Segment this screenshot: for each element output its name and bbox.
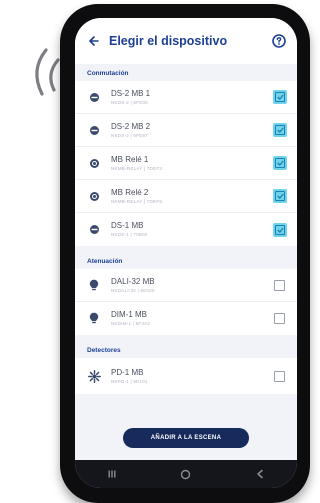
checkbox-checked[interactable] xyxy=(273,189,287,203)
device-model: NKDS-1 | 70B02 xyxy=(111,232,148,237)
add-to-scene-button[interactable]: AÑADIR A LA ESCENA xyxy=(123,428,249,448)
switch-module-icon xyxy=(87,223,101,237)
device-name: DS-2 MB 2 xyxy=(111,121,151,131)
bulb-icon xyxy=(87,278,101,292)
checkbox-checked[interactable] xyxy=(273,123,287,137)
device-row[interactable]: DALI-32 MB NKDALI-32 | 6E020 xyxy=(75,269,297,302)
device-name: PD-1 MB xyxy=(111,367,144,377)
device-model: NKMB-RELAY | 7DEF3 xyxy=(111,165,163,171)
device-row[interactable]: DS-2 MB 2 NKDS-2 | 6FE87 xyxy=(75,114,297,147)
device-model: NKMB-RELAY | 7DEF5 xyxy=(111,198,163,204)
device-model: NKDS-2 | 6FE06 xyxy=(111,99,148,105)
motion-sensor-icon xyxy=(87,369,101,383)
home-icon[interactable] xyxy=(180,469,191,480)
help-circle-icon[interactable] xyxy=(271,33,287,49)
app-header: Elegir el dispositivo xyxy=(75,18,297,64)
switch-module-icon xyxy=(87,90,101,104)
device-row[interactable]: DS-2 MB 1 NKDS-2 | 6FE06 xyxy=(75,81,297,114)
section-title-detectores: Detectores xyxy=(87,347,121,354)
section-title-conmutacion: Conmutación xyxy=(87,70,129,77)
device-list-atenuacion: DALI-32 MB NKDALI-32 | 6E020 DIM-1 MB NK… xyxy=(75,269,297,335)
device-model: NKDS-2 | 6FE87 xyxy=(111,132,148,138)
checkbox-unchecked[interactable] xyxy=(274,370,285,382)
bulb-icon xyxy=(87,312,101,326)
device-row[interactable]: DIM-1 MB NKDIM-1 | 6F3A2 xyxy=(75,302,297,335)
device-model: NKDALI-32 | 6E020 xyxy=(111,287,155,293)
device-name: MB Relé 1 xyxy=(111,154,149,164)
relay-icon xyxy=(87,189,101,203)
checkbox-unchecked[interactable] xyxy=(274,279,285,291)
checkbox-checked[interactable] xyxy=(273,90,287,104)
device-list-conmutacion: DS-2 MB 1 NKDS-2 | 6FE06 DS-2 MB 2 NKDS-… xyxy=(75,81,297,246)
page-title: Elegir el dispositivo xyxy=(109,34,228,48)
phone-frame: Elegir el dispositivo Conmutación DS-2 M… xyxy=(60,4,310,503)
device-model: NKDIM-1 | 6F3A2 xyxy=(111,321,151,326)
device-name: DS-2 MB 1 xyxy=(111,88,151,98)
checkbox-checked[interactable] xyxy=(273,222,287,237)
cta-container: AÑADIR A LA ESCENA xyxy=(75,428,297,448)
recent-apps-icon[interactable] xyxy=(107,469,117,479)
device-name: DALI-32 MB xyxy=(111,276,155,286)
device-row[interactable]: MB Relé 2 NKMB-RELAY | 7DEF5 xyxy=(75,180,297,213)
device-list-detectores: PD-1 MB NKPD-1 | 6E101 xyxy=(75,358,297,394)
device-row[interactable]: DS-1 MB NKDS-1 | 70B02 xyxy=(75,213,297,246)
section-title-atenuacion: Atenuación xyxy=(87,258,123,265)
switch-module-icon xyxy=(87,123,101,137)
arrow-left-icon[interactable] xyxy=(85,32,103,50)
checkbox-checked[interactable] xyxy=(273,156,287,170)
device-row[interactable]: MB Relé 1 NKMB-RELAY | 7DEF3 xyxy=(75,147,297,180)
system-nav-bar xyxy=(75,460,297,488)
back-nav-icon[interactable] xyxy=(255,469,265,479)
device-name: DIM-1 MB xyxy=(111,310,147,319)
app-screen: Elegir el dispositivo Conmutación DS-2 M… xyxy=(75,18,297,488)
device-row[interactable]: PD-1 MB NKPD-1 | 6E101 xyxy=(75,358,297,394)
device-name: DS-1 MB xyxy=(111,221,144,230)
device-model: NKPD-1 | 6E101 xyxy=(111,378,148,384)
checkbox-unchecked[interactable] xyxy=(274,313,285,324)
device-name: MB Relé 2 xyxy=(111,187,149,197)
relay-icon xyxy=(87,156,101,170)
